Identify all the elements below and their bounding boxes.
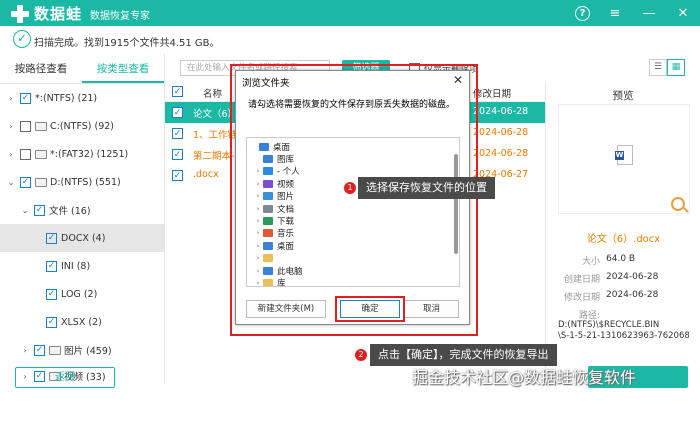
- tree-item-label: 图片 (459): [64, 346, 112, 357]
- view-tabs: 按路径查看 按类型查看: [0, 54, 164, 84]
- image-icon: [49, 345, 61, 355]
- check-circle-icon: ✓: [13, 30, 31, 48]
- tree-item-log[interactable]: ✓ LOG (2): [0, 280, 165, 308]
- file-date: 2024-06-28: [473, 106, 529, 117]
- tree-item-drive-star-ntfs[interactable]: › ✓ *:(NTFS) (21): [0, 84, 165, 112]
- word-document-icon: [615, 145, 633, 165]
- app-logo: 数据蛙: [10, 3, 82, 24]
- tree-item-images[interactable]: › ✓ 图片 (459): [0, 336, 165, 364]
- checkbox[interactable]: ✓: [172, 170, 183, 181]
- title-bar: 数据蛙 数据恢复专家 ? ≡ — ✕: [0, 0, 700, 26]
- checkbox[interactable]: ✓: [172, 107, 183, 118]
- step-badge: 2: [355, 349, 367, 361]
- close-icon[interactable]: ✕: [674, 4, 692, 22]
- path-line: \S-1-5-21-1310623963-762068: [558, 331, 690, 341]
- tree-item-label: 文件 (16): [49, 206, 91, 217]
- select-all-checkbox[interactable]: ✓: [172, 86, 183, 97]
- tree-item-drive-fat32[interactable]: › *:(FAT32) (1251): [0, 140, 165, 168]
- checkbox[interactable]: ✓: [172, 149, 183, 160]
- file-path: D:(NTFS)\$RECYCLE.BIN \S-1-5-21-13106239…: [558, 320, 690, 342]
- tree-item-label: XLSX (2): [61, 316, 102, 328]
- tree-item-label: *:(NTFS) (21): [35, 92, 98, 104]
- grid-view-icon[interactable]: ▦: [667, 59, 685, 76]
- modified-value: 2024-06-28: [606, 290, 659, 300]
- checkbox[interactable]: ✓: [46, 288, 57, 300]
- tree-item-docx[interactable]: ✓ DOCX (4): [0, 224, 165, 252]
- scan-status-text: 扫描完成。找到1915个文件共4.51 GB。: [34, 38, 220, 49]
- file-name: 第二期本-: [193, 151, 235, 162]
- modified-label: 修改日期: [563, 293, 600, 303]
- chevron-right-icon[interactable]: ›: [6, 150, 16, 159]
- column-date-header[interactable]: 修改日期: [473, 86, 511, 100]
- preview-file-name: 论文（6）.docx: [586, 234, 661, 245]
- tree-item-label: INI (8): [61, 260, 91, 272]
- chevron-right-icon[interactable]: ›: [6, 94, 16, 103]
- tree-item-label: C:(NTFS) (92): [50, 120, 115, 132]
- tree-item-drive-d[interactable]: ⌄ ✓ D:(NTFS) (551): [0, 168, 165, 196]
- chevron-right-icon[interactable]: ›: [6, 122, 16, 131]
- checkbox[interactable]: [20, 120, 31, 132]
- checkbox[interactable]: ✓: [34, 344, 45, 356]
- path-line: D:(NTFS)\$RECYCLE.BIN: [558, 320, 660, 330]
- preview-thumbnail: [558, 104, 690, 214]
- back-button[interactable]: 返回: [15, 367, 115, 388]
- help-icon[interactable]: ?: [575, 5, 590, 21]
- checkbox[interactable]: ✓: [46, 232, 57, 244]
- zoom-icon[interactable]: [671, 197, 685, 211]
- drive-icon: [35, 177, 47, 187]
- tab-by-path[interactable]: 按路径查看: [0, 54, 82, 83]
- column-name-header[interactable]: 名称: [203, 86, 222, 100]
- size-label: 大小: [581, 257, 600, 267]
- tree-item-label: D:(NTFS) (551): [50, 176, 121, 188]
- tree-item-files[interactable]: ⌄ ✓ 文件 (16): [0, 196, 165, 224]
- logo-text: 数据蛙: [34, 5, 83, 23]
- preview-title: 预览: [612, 90, 634, 102]
- checkbox[interactable]: ✓: [20, 176, 31, 188]
- chevron-down-icon[interactable]: ⌄: [6, 178, 16, 187]
- file-name: .docx: [193, 169, 219, 180]
- checkbox[interactable]: ✓: [34, 204, 45, 216]
- file-date: 2024-06-28: [473, 148, 529, 159]
- tree-item-drive-c[interactable]: › C:(NTFS) (92): [0, 112, 165, 140]
- chevron-right-icon[interactable]: ›: [20, 346, 30, 355]
- tree-item-label: *:(FAT32) (1251): [50, 148, 129, 160]
- checkbox[interactable]: ✓: [20, 92, 31, 104]
- checkbox[interactable]: ✓: [46, 316, 57, 328]
- app-subtitle: 数据恢复专家: [90, 11, 150, 22]
- scan-status-bar: ✓ 扫描完成。找到1915个文件共4.51 GB。: [0, 26, 700, 54]
- tree-item-label: DOCX (4): [61, 232, 106, 244]
- drive-icon: [35, 149, 47, 159]
- tree-item-xlsx[interactable]: ✓ XLSX (2): [0, 308, 165, 336]
- checkbox[interactable]: ✓: [172, 128, 183, 139]
- preview-panel: 预览 论文（6）.docx 大小 64.0 B 创建日期 2024-06-28 …: [545, 82, 700, 372]
- checkbox[interactable]: ✓: [46, 260, 57, 272]
- created-label: 创建日期: [563, 275, 600, 285]
- minimize-icon[interactable]: —: [640, 4, 658, 22]
- ok-highlight-frame: [335, 296, 405, 322]
- watermark: 掘金技术社区@数据蛙恢复软件: [412, 368, 637, 387]
- plus-logo-icon: [10, 4, 30, 24]
- checkbox[interactable]: [20, 148, 31, 160]
- step-badge: 1: [344, 182, 356, 194]
- file-date: 2024-06-28: [473, 127, 529, 138]
- step-callout: 点击【确定】，完成文件的恢复导出: [370, 344, 557, 366]
- step-callout: 选择保存恢复文件的位置: [358, 177, 495, 199]
- menu-icon[interactable]: ≡: [606, 4, 624, 22]
- created-value: 2024-06-28: [606, 272, 659, 282]
- tab-by-type[interactable]: 按类型查看: [82, 54, 164, 83]
- size-value: 64.0 B: [606, 254, 636, 264]
- tree-item-label: LOG (2): [61, 288, 98, 300]
- drive-icon: [35, 121, 47, 131]
- tree-item-ini[interactable]: ✓ INI (8): [0, 252, 165, 280]
- chevron-down-icon[interactable]: ⌄: [20, 206, 30, 215]
- left-panel: 按路径查看 按类型查看 › ✓ *:(NTFS) (21) › C:(NTFS)…: [0, 54, 165, 384]
- list-view-icon[interactable]: ☰: [649, 59, 667, 76]
